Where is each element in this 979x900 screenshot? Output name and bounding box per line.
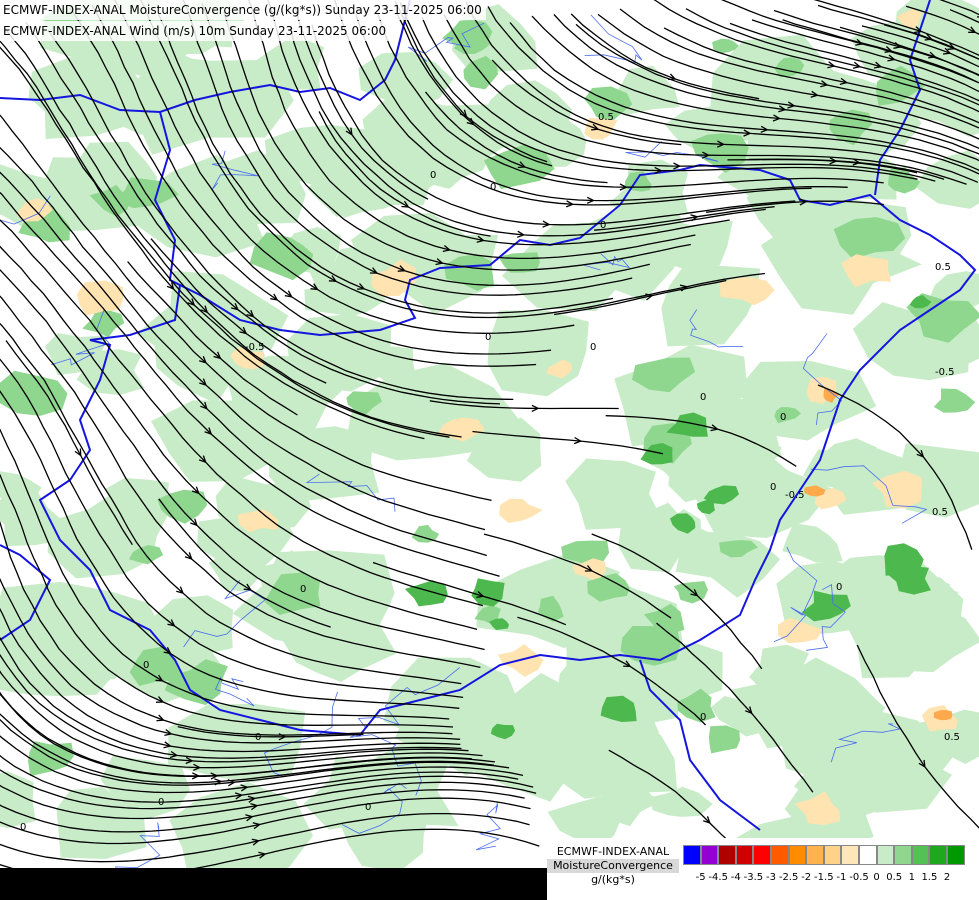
legend-tick-label: 1.5 (921, 872, 938, 883)
contour-label: 0 (158, 797, 164, 808)
contour-label: 0 (255, 732, 261, 743)
contour-label: 0.5 (598, 112, 614, 123)
title-wind: ECMWF-INDEX-ANAL Wind (m/s) 10m Sunday 2… (0, 21, 391, 41)
contour-label: 0 (780, 412, 786, 423)
legend-swatch (718, 845, 736, 865)
legend-tick-label: 1 (908, 872, 915, 883)
contour-label: 0 (836, 582, 842, 593)
contour-label: 0.5 (932, 507, 948, 518)
legend-tick-label: 2 (943, 872, 951, 883)
contour-label: 0 (143, 660, 149, 671)
contour-label: 0 (770, 482, 776, 493)
contour-label: 0 (700, 712, 706, 723)
legend-tick-label: -1.5 (814, 872, 834, 883)
legend-variable-name: MoistureConvergence (547, 859, 679, 873)
legend-text: ECMWF-INDEX-ANAL MoistureConvergence g/(… (547, 838, 679, 900)
legend-tick-label: 0.5 (886, 872, 903, 883)
legend-model-name: ECMWF-INDEX-ANAL (556, 845, 670, 858)
legend-swatch (876, 845, 895, 865)
legend-swatch (823, 845, 842, 865)
strong-divergence-area (933, 710, 953, 721)
legend-swatch (858, 845, 877, 865)
legend-swatch (946, 845, 965, 865)
legend-tick-label: 0 (873, 872, 880, 883)
color-legend: ECMWF-INDEX-ANAL MoistureConvergence g/(… (547, 838, 979, 900)
contour-label: -0.5 (245, 342, 265, 353)
legend-tick-label: -1 (836, 872, 847, 883)
legend-swatch (788, 845, 807, 865)
legend-swatch (929, 845, 947, 865)
legend-tick-label: -4 (730, 872, 741, 883)
legend-swatch (806, 845, 824, 865)
legend-swatch (683, 845, 701, 865)
legend-tick-label: -2 (801, 872, 812, 883)
legend-swatch (753, 845, 771, 865)
title-moisture-convergence: ECMWF-INDEX-ANAL MoistureConvergence (g/… (0, 0, 486, 20)
moisture-convergence-map: 0.5 0 0 0 0 0 0 0 0 -0.5 0.5 -0.5 0.5 -0.5 0 0 0 0 0 0.5 0 0 0 (0, 0, 979, 900)
legend-swatch (770, 845, 789, 865)
legend-tick-label: -5 (695, 872, 706, 883)
contour-label: 0 (365, 802, 371, 813)
contour-label: -0.5 (785, 490, 805, 501)
legend-color-scale (683, 845, 965, 865)
contour-label: 0.5 (935, 262, 951, 273)
contour-label: 0 (430, 170, 436, 181)
legend-tick-labels: -5 -4.5 -4 -3.5 -3 -2.5 -2 -1.5 -1 -0.5 0 0.5 1 1.5 2 (683, 872, 979, 886)
legend-swatch (700, 845, 719, 865)
contour-label: 0 (485, 332, 491, 343)
legend-swatch (735, 845, 754, 865)
legend-swatch (911, 845, 930, 865)
contour-label: 0 (490, 182, 496, 193)
contour-label: 0 (300, 584, 306, 595)
legend-swatch (894, 845, 912, 865)
contour-label: 0 (20, 822, 26, 833)
legend-tick-label: -0.5 (849, 872, 869, 883)
contour-label: -0.5 (935, 367, 955, 378)
contour-label: 0 (700, 392, 706, 403)
legend-swatch (841, 845, 859, 865)
contour-label: 0.5 (944, 732, 960, 743)
contour-label: 0 (590, 342, 596, 353)
legend-unit: g/(kg*s) (591, 873, 635, 886)
legend-tick-label: -3 (766, 872, 776, 883)
legend-tick-label: -3.5 (743, 872, 764, 883)
contour-label: 0 (600, 220, 606, 231)
legend-tick-label: -4.5 (708, 872, 728, 883)
legend-tick-label: -2.5 (778, 872, 799, 883)
